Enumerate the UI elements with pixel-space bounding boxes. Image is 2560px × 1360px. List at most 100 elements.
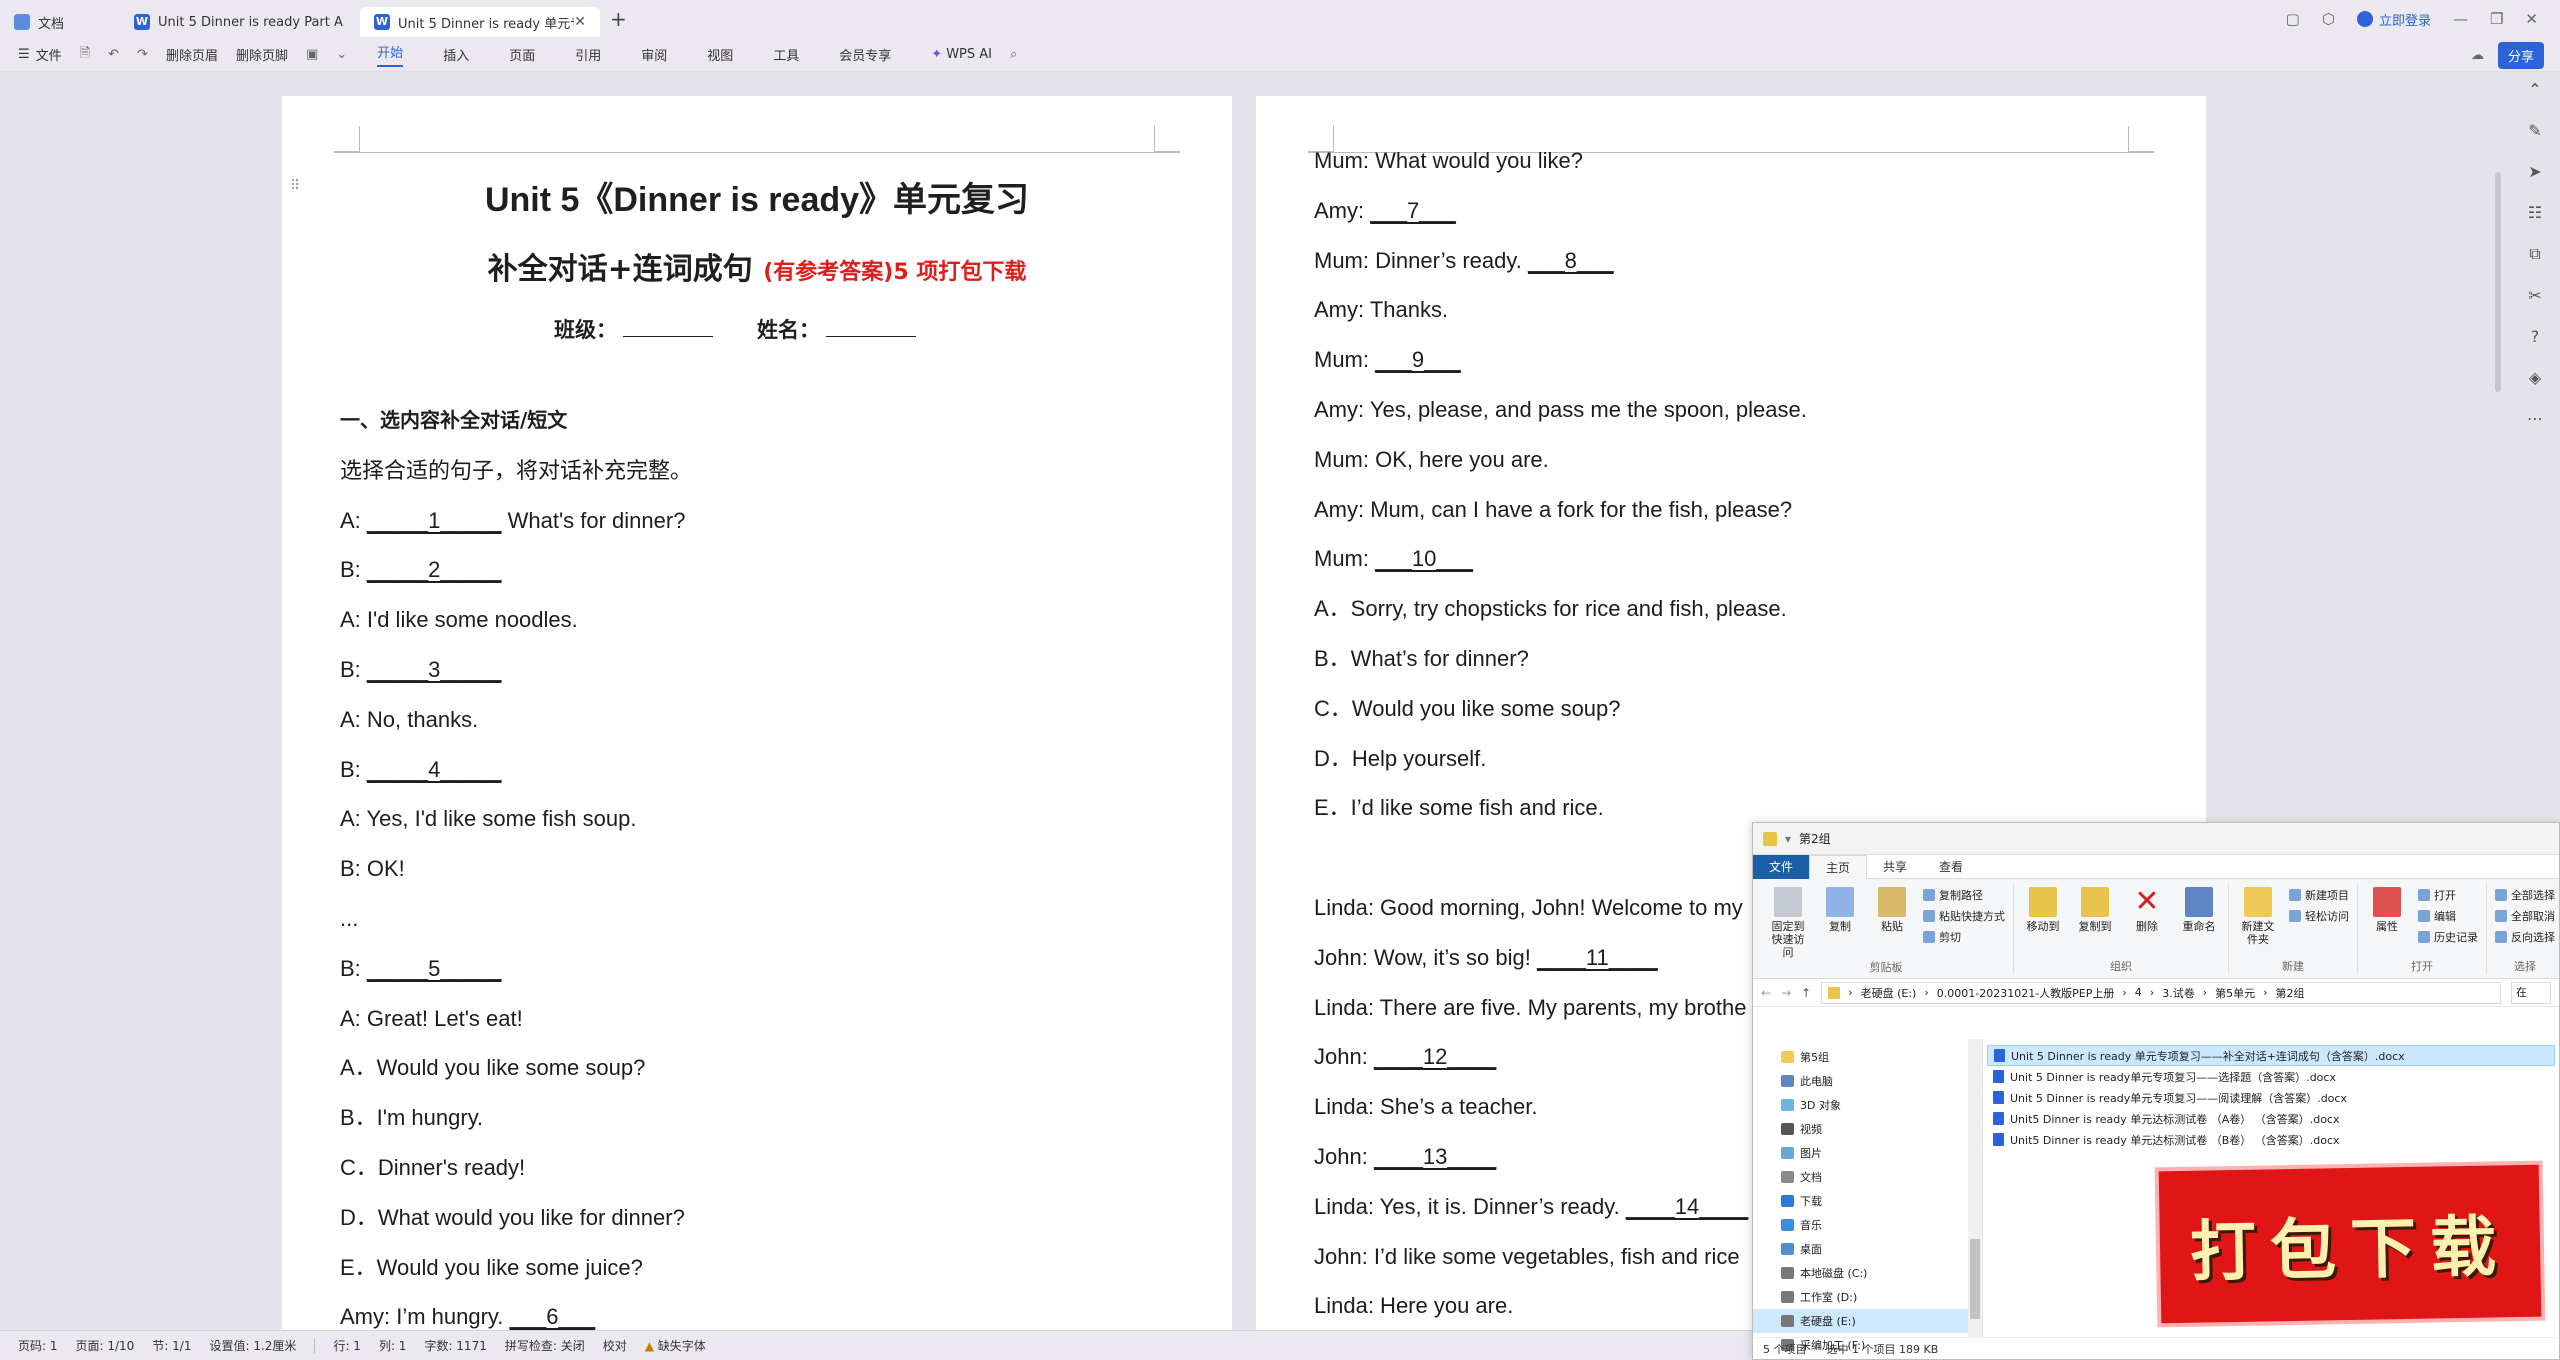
answer-blank[interactable]: _____5_____ [367, 956, 502, 981]
breadcrumb-separator-icon[interactable]: › [2122, 986, 2126, 999]
redo-icon[interactable]: ↷ [137, 47, 148, 62]
invert-selection-button[interactable]: 反向选择 [2495, 929, 2555, 945]
breadcrumb-separator-icon[interactable]: › [1924, 986, 1928, 999]
restore-icon[interactable]: ❐ [2490, 10, 2503, 28]
chevron-down-icon[interactable]: ⌄ [336, 47, 347, 62]
file-item[interactable]: Unit 5 Dinner is ready单元专项复习——阅读理解（含答案）.… [1987, 1087, 2555, 1108]
new-tab-icon[interactable]: + [610, 7, 627, 31]
navigation-pane[interactable]: 第5组 此电脑 3D 对象 视频 图片 文档 下载 音乐 桌面 本地磁盘 (C:) 工作室 (D:)… [1753, 1039, 1983, 1352]
status-page[interactable]: 页面: 1/10 [76, 1337, 135, 1354]
nav-item[interactable]: 老硬盘 (E:) [1753, 1309, 1982, 1333]
nav-item[interactable]: 文档 [1753, 1165, 1982, 1189]
breadcrumb-item[interactable]: 第2组 [2276, 985, 2305, 1001]
file-item[interactable]: Unit 5 Dinner is ready 单元专项复习——补全对话+连词成句… [1987, 1045, 2555, 1066]
move-to-button[interactable]: 移动到 [2022, 883, 2064, 958]
explorer-tab-view[interactable]: 查看 [1923, 855, 1979, 879]
nav-scrollbar-thumb[interactable] [1970, 1239, 1980, 1319]
cut-button[interactable]: 剪切 [1923, 929, 2005, 945]
explorer-tab-home[interactable]: 主页 [1809, 854, 1868, 879]
nav-item[interactable]: 此电脑 [1753, 1069, 1982, 1093]
save-icon[interactable]: 🗎 [80, 44, 90, 66]
properties-button[interactable]: 属性 [2366, 883, 2408, 958]
quick-access-icon[interactable]: ▾ [1785, 832, 1791, 846]
close-icon[interactable]: ✕ [574, 14, 586, 30]
paste-shortcut-button[interactable]: 粘贴快捷方式 [1923, 908, 2005, 924]
answer-blank[interactable]: _____4_____ [367, 757, 502, 782]
menu-icon[interactable]: ☰ [18, 47, 30, 62]
explorer-tab-file[interactable]: 文件 [1753, 854, 1810, 879]
answer-blank[interactable]: ___6___ [510, 1304, 596, 1329]
tab-part-a[interactable]: W Unit 5 Dinner is ready Part A Let [120, 7, 360, 37]
breadcrumb-separator-icon[interactable]: › [2150, 986, 2154, 999]
answer-blank[interactable]: ___8___ [1528, 248, 1614, 273]
file-item[interactable]: Unit5 Dinner is ready 单元达标测试卷 （B卷） （含答案）… [1987, 1129, 2555, 1150]
forward-icon[interactable]: → [1781, 986, 1791, 1000]
open-button[interactable]: 打开 [2418, 887, 2478, 903]
copy-button[interactable]: 复制 [1819, 883, 1861, 959]
search-input[interactable]: 在 [2511, 981, 2551, 1004]
file-item[interactable]: Unit 5 Dinner is ready单元专项复习——选择题（含答案）.d… [1987, 1066, 2555, 1087]
copy-to-button[interactable]: 复制到 [2074, 883, 2116, 958]
document-page-1[interactable]: Unit 5《Dinner is ready》单元复习 补全对话+连词成句 (有… [282, 96, 1232, 1330]
nav-item[interactable]: 下载 [1753, 1189, 1982, 1213]
menu-page[interactable]: 页面 [509, 45, 535, 64]
nav-item[interactable]: 图片 [1753, 1141, 1982, 1165]
breadcrumb-item[interactable]: 老硬盘 (E:) [1861, 985, 1917, 1001]
delete-footer-button[interactable]: 删除页脚 [236, 45, 288, 64]
menu-home[interactable]: 开始 [377, 42, 404, 67]
breadcrumb-item[interactable]: 第5单元 [2215, 985, 2255, 1001]
settings-sliders-icon[interactable]: ☷ [2528, 203, 2542, 222]
nav-item[interactable]: 视频 [1753, 1117, 1982, 1141]
cursor-icon[interactable]: ➤ [2528, 162, 2541, 181]
delete-header-button[interactable]: 删除页眉 [166, 45, 218, 64]
close-window-icon[interactable]: ✕ [2525, 10, 2538, 28]
pin-button[interactable]: 固定到快速访问 [1767, 883, 1809, 959]
answer-blank[interactable]: _____2_____ [367, 557, 502, 582]
answer-blank[interactable]: _____3_____ [367, 657, 502, 682]
tab-docs[interactable]: 文档 [0, 7, 120, 37]
login-button[interactable]: 立即登录 [2356, 10, 2431, 29]
wps-ai-button[interactable]: ✦ WPS AI [931, 47, 992, 62]
easy-access-button[interactable]: 轻松访问 [2289, 908, 2349, 924]
nav-item[interactable]: 本地磁盘 (C:) [1753, 1261, 1982, 1285]
answer-blank[interactable]: ____14____ [1626, 1194, 1748, 1219]
new-folder-button[interactable]: 新建文件夹 [2237, 883, 2279, 958]
name-blank[interactable] [826, 321, 916, 337]
nav-item[interactable]: 3D 对象 [1753, 1093, 1982, 1117]
breadcrumb-separator-icon[interactable]: › [2203, 986, 2207, 999]
pen-icon[interactable]: ✎ [2528, 121, 2541, 140]
breadcrumb-item[interactable]: 0.0001-20231021-人教版PEP上册 [1937, 985, 2115, 1001]
answer-blank[interactable]: _____1_____ [367, 508, 502, 533]
new-item-button[interactable]: 新建项目 [2289, 887, 2349, 903]
translate-icon[interactable]: ⧉ [2529, 244, 2540, 264]
breadcrumb-separator-icon[interactable]: › [1848, 986, 1852, 999]
search-icon[interactable]: ⌕ [1010, 47, 1017, 62]
menu-insert[interactable]: 插入 [443, 45, 469, 64]
share-button[interactable]: 分享 [2497, 42, 2544, 69]
copy-path-button[interactable]: 复制路径 [1923, 887, 2005, 903]
cloud-icon[interactable]: ☁ [2471, 48, 2484, 63]
layers-icon[interactable]: ◈ [2529, 368, 2541, 387]
menu-references[interactable]: 引用 [575, 45, 601, 64]
address-bar[interactable]: › 老硬盘 (E:) › 0.0001-20231021-人教版PEP上册 › 4 › 3.试… [1821, 981, 2501, 1004]
edit-button[interactable]: 编辑 [2418, 908, 2478, 924]
class-blank[interactable] [623, 321, 713, 337]
answer-blank[interactable]: ____13____ [1374, 1144, 1496, 1169]
tab-active-document[interactable]: W Unit 5 Dinner is ready 单元专 ✕ [360, 7, 600, 37]
breadcrumb-separator-icon[interactable]: › [2263, 986, 2267, 999]
nav-item[interactable]: 桌面 [1753, 1237, 1982, 1261]
cube-icon[interactable]: ⬡ [2322, 10, 2335, 28]
status-setting[interactable]: 设置值: 1.2厘米 [209, 1337, 296, 1354]
window-icon[interactable]: ▢ [2286, 10, 2300, 28]
status-spellcheck[interactable]: 拼写检查: 关闭 [505, 1337, 585, 1354]
vertical-scrollbar[interactable] [2495, 172, 2501, 392]
answer-blank[interactable]: ____11____ [1537, 945, 1658, 970]
minimize-icon[interactable]: — [2453, 10, 2468, 28]
delete-button[interactable]: ✕ 删除 [2126, 883, 2168, 958]
drag-handle-icon[interactable]: ⠿ [290, 178, 300, 194]
select-none-button[interactable]: 全部取消 [2495, 908, 2555, 924]
answer-blank[interactable]: ___7___ [1370, 198, 1456, 223]
menu-view[interactable]: 视图 [707, 45, 733, 64]
more-icon[interactable]: ⋯ [2527, 409, 2543, 428]
undo-icon[interactable]: ↶ [108, 47, 119, 62]
